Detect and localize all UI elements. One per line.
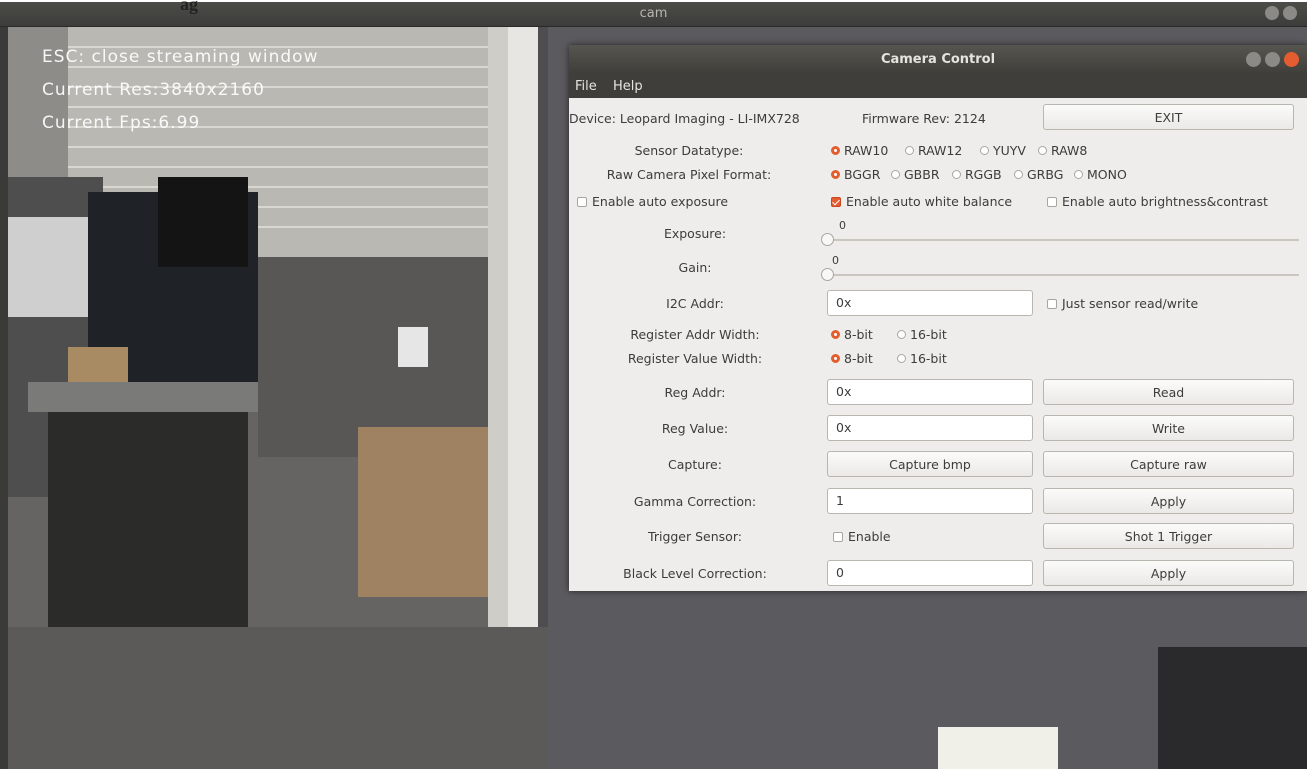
radio-icon bbox=[1074, 170, 1083, 179]
exposure-slider-handle[interactable] bbox=[821, 233, 834, 246]
reg-addr-input[interactable]: 0x bbox=[827, 379, 1033, 405]
radio-selected-icon bbox=[831, 146, 840, 155]
reg-addr-width-8bit[interactable]: 8-bit bbox=[831, 327, 873, 342]
checkbox-icon bbox=[1047, 298, 1057, 309]
gamma-input[interactable]: 1 bbox=[827, 488, 1033, 514]
gain-label: Gain: bbox=[678, 260, 712, 275]
trigger-sensor-label: Trigger Sensor: bbox=[648, 529, 742, 544]
menu-file[interactable]: File bbox=[575, 79, 597, 94]
overlay-esc-hint: ESC: close streaming window bbox=[42, 47, 319, 67]
gamma-apply-button[interactable]: Apply bbox=[1043, 488, 1294, 514]
menubar: File Help bbox=[569, 74, 1307, 98]
datatype-option-raw8[interactable]: RAW8 bbox=[1038, 143, 1087, 158]
i2c-addr-label: I2C Addr: bbox=[666, 296, 724, 311]
minimize-icon[interactable] bbox=[1246, 52, 1261, 67]
exposure-label: Exposure: bbox=[663, 226, 727, 241]
reg-addr-width-label: Register Addr Width: bbox=[630, 327, 760, 342]
black-level-apply-button[interactable]: Apply bbox=[1043, 560, 1294, 586]
pixel-format-option-mono[interactable]: MONO bbox=[1074, 167, 1127, 182]
menu-help[interactable]: Help bbox=[613, 79, 643, 94]
checkbox-icon bbox=[1047, 196, 1057, 207]
checkbox-icon bbox=[833, 531, 843, 542]
overlay-fps: Current Fps:6.99 bbox=[42, 113, 201, 133]
trigger-enable-checkbox[interactable]: Enable bbox=[833, 529, 891, 544]
reg-value-label: Reg Value: bbox=[661, 421, 729, 436]
radio-selected-icon bbox=[831, 330, 840, 339]
capture-bmp-button[interactable]: Capture bmp bbox=[827, 451, 1033, 477]
gamma-label: Gamma Correction: bbox=[633, 494, 757, 509]
checkbox-checked-icon bbox=[831, 196, 841, 207]
sensor-datatype-label: Sensor Datatype: bbox=[634, 143, 744, 158]
black-level-label: Black Level Correction: bbox=[623, 566, 767, 581]
gain-value: 0 bbox=[832, 254, 839, 267]
restore-icon[interactable] bbox=[1283, 6, 1297, 20]
datatype-option-raw12[interactable]: RAW12 bbox=[905, 143, 962, 158]
reg-value-width-label: Register Value Width: bbox=[627, 351, 763, 366]
capture-raw-button[interactable]: Capture raw bbox=[1043, 451, 1294, 477]
device-name: Device: Leopard Imaging - LI-IMX728 bbox=[569, 111, 800, 126]
control-titlebar[interactable]: Camera Control bbox=[569, 45, 1307, 74]
reg-value-width-16bit[interactable]: 16-bit bbox=[897, 351, 947, 366]
radio-icon bbox=[897, 330, 906, 339]
close-icon[interactable] bbox=[1284, 52, 1299, 67]
reg-value-width-8bit[interactable]: 8-bit bbox=[831, 351, 873, 366]
radio-icon bbox=[1014, 170, 1023, 179]
auto-exposure-checkbox[interactable]: Enable auto exposure bbox=[577, 194, 728, 209]
radio-selected-icon bbox=[831, 354, 840, 363]
pixel-format-option-grbg[interactable]: GRBG bbox=[1014, 167, 1063, 182]
capture-label: Capture: bbox=[668, 457, 722, 472]
reg-value-input[interactable]: 0x bbox=[827, 415, 1033, 441]
radio-icon bbox=[980, 146, 989, 155]
radio-icon bbox=[891, 170, 900, 179]
radio-selected-icon bbox=[831, 170, 840, 179]
camera-control-window: Camera Control File Help Device: Leopard… bbox=[569, 45, 1307, 591]
datatype-option-raw10[interactable]: RAW10 bbox=[831, 143, 888, 158]
datatype-option-yuyv[interactable]: YUYV bbox=[980, 143, 1026, 158]
pixel-format-option-gbbr[interactable]: GBBR bbox=[891, 167, 940, 182]
exposure-value: 0 bbox=[839, 219, 846, 232]
radio-icon bbox=[905, 146, 914, 155]
document-caption-fragment: ag bbox=[180, 0, 198, 14]
control-window-controls bbox=[1246, 52, 1299, 67]
just-sensor-checkbox[interactable]: Just sensor read/write bbox=[1047, 296, 1198, 311]
control-window-title: Camera Control bbox=[880, 52, 996, 67]
cam-window-controls bbox=[1265, 6, 1297, 20]
auto-brightness-contrast-checkbox[interactable]: Enable auto brightness&contrast bbox=[1047, 194, 1268, 209]
radio-icon bbox=[952, 170, 961, 179]
pixel-format-label: Raw Camera Pixel Format: bbox=[606, 167, 772, 182]
reg-addr-width-16bit[interactable]: 16-bit bbox=[897, 327, 947, 342]
radio-icon bbox=[1038, 146, 1047, 155]
maximize-icon[interactable] bbox=[1265, 52, 1280, 67]
exit-button[interactable]: EXIT bbox=[1043, 104, 1294, 130]
reg-addr-label: Reg Addr: bbox=[664, 385, 726, 400]
pixel-format-option-rggb[interactable]: RGGB bbox=[952, 167, 1002, 182]
gain-slider-handle[interactable] bbox=[821, 268, 834, 281]
auto-white-balance-checkbox[interactable]: Enable auto white balance bbox=[831, 194, 1012, 209]
pixel-format-option-bggr[interactable]: BGGR bbox=[831, 167, 880, 182]
overlay-resolution: Current Res:3840x2160 bbox=[42, 80, 265, 100]
exposure-slider-track[interactable] bbox=[825, 239, 1299, 241]
write-button[interactable]: Write bbox=[1043, 415, 1294, 441]
gain-slider-track[interactable] bbox=[825, 274, 1299, 276]
i2c-addr-input[interactable]: 0x bbox=[827, 290, 1033, 316]
read-button[interactable]: Read bbox=[1043, 379, 1294, 405]
radio-icon bbox=[897, 354, 906, 363]
firmware-revision: Firmware Rev: 2124 bbox=[862, 111, 986, 126]
minimize-icon[interactable] bbox=[1265, 6, 1279, 20]
black-level-input[interactable]: 0 bbox=[827, 560, 1033, 586]
checkbox-icon bbox=[577, 196, 587, 207]
shot-trigger-button[interactable]: Shot 1 Trigger bbox=[1043, 523, 1294, 549]
